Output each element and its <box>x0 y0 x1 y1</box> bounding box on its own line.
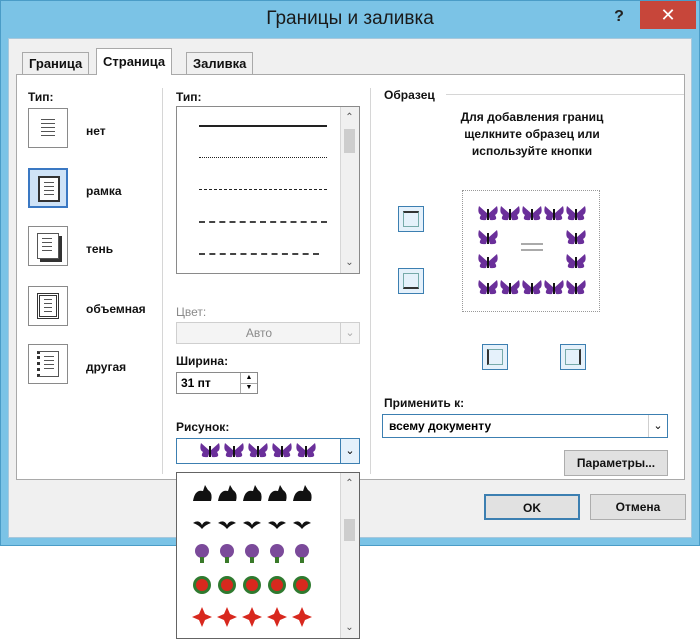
tab-border[interactable]: Граница <box>22 52 90 74</box>
art-select[interactable]: ⌄ <box>176 438 360 464</box>
art-option-black-cat[interactable] <box>191 479 321 507</box>
apply-value: всему документу <box>389 419 492 433</box>
chevron-down-icon[interactable]: ⌄ <box>340 323 359 343</box>
setting-label: Тип: <box>28 90 54 104</box>
scroll-thumb[interactable] <box>344 519 355 541</box>
art-option-red-poinsettia[interactable] <box>191 603 321 631</box>
scroll-down-icon[interactable]: ⌄ <box>341 254 358 271</box>
setting-custom-label[interactable]: другая <box>86 360 126 374</box>
border-bottom-icon <box>403 273 419 289</box>
close-button[interactable]: ✕ <box>640 1 696 29</box>
chevron-down-icon[interactable]: ⌄ <box>340 439 359 463</box>
setting-none-label[interactable]: нет <box>86 124 106 138</box>
tab-shading[interactable]: Заливка <box>186 52 254 74</box>
preview-group-line <box>446 94 684 95</box>
preview-hint-line1: Для добавления границ <box>460 110 604 124</box>
art-list-scrollbar[interactable]: ⌃ ⌄ <box>340 473 359 638</box>
bottom-border-button[interactable] <box>398 268 424 294</box>
right-border-button[interactable] <box>560 344 586 370</box>
black-cat-icon <box>193 485 312 501</box>
butterfly-border-preview <box>478 206 586 295</box>
width-stepper[interactable]: 31 пт ▲ ▼ <box>176 372 258 394</box>
apply-to-select[interactable]: всему документу ⌄ <box>382 414 668 438</box>
line-style-solid[interactable] <box>199 125 327 127</box>
red-poinsettia-icon <box>192 607 312 627</box>
line-style-long-dashed[interactable] <box>199 221 327 223</box>
art-dropdown-list[interactable]: ⌃ ⌄ <box>176 472 360 639</box>
color-label: Цвет: <box>176 305 207 319</box>
line-style-list[interactable]: ⌃ ⌄ <box>176 106 360 274</box>
preview-hint-line3: используйте кнопки <box>471 144 593 158</box>
style-label: Тип: <box>176 90 202 104</box>
setting-custom-icon[interactable] <box>28 344 68 384</box>
column-divider <box>162 88 163 474</box>
scroll-down-icon[interactable]: ⌄ <box>341 619 358 636</box>
apply-label: Применить к: <box>384 396 465 410</box>
window-title: Границы и заливка <box>266 8 434 29</box>
red-flower-icon <box>193 576 311 594</box>
chevron-down-icon[interactable]: ⌄ <box>648 415 667 437</box>
line-style-scrollbar[interactable]: ⌃ ⌄ <box>340 107 359 273</box>
cancel-button[interactable]: Отмена <box>590 494 686 520</box>
border-right-icon <box>565 349 581 365</box>
border-top-icon <box>403 211 419 227</box>
width-label: Ширина: <box>176 354 229 368</box>
art-selected-preview <box>199 442 317 460</box>
art-option-red-flower[interactable] <box>191 571 321 599</box>
color-value: Авто <box>245 326 273 340</box>
options-button[interactable]: Параметры... <box>564 450 668 476</box>
tab-page-border[interactable]: Страница <box>96 48 173 75</box>
art-option-black-bat[interactable] <box>191 509 321 537</box>
butterfly-icon <box>224 443 244 458</box>
color-select[interactable]: Авто ⌄ <box>176 322 360 344</box>
scroll-up-icon[interactable]: ⌃ <box>341 475 358 492</box>
setting-none-icon[interactable] <box>28 108 68 148</box>
black-bat-icon <box>193 521 311 529</box>
art-option-purple-flower[interactable] <box>191 539 321 567</box>
butterfly-icon <box>272 443 292 458</box>
line-style-dashed[interactable] <box>199 189 327 190</box>
preview-page[interactable] <box>462 190 600 312</box>
setting-box-icon[interactable] <box>28 168 68 208</box>
width-value: 31 пт <box>181 376 211 390</box>
line-style-dash-dot[interactable] <box>199 253 319 255</box>
left-border-button[interactable] <box>482 344 508 370</box>
preview-label: Образец <box>384 88 435 102</box>
line-style-dotted[interactable] <box>199 157 327 158</box>
top-border-button[interactable] <box>398 206 424 232</box>
ok-button[interactable]: OK <box>484 494 580 520</box>
butterfly-icon <box>200 443 220 458</box>
help-button[interactable]: ? <box>604 6 634 28</box>
purple-flower-icon <box>195 544 309 563</box>
scroll-up-icon[interactable]: ⌃ <box>341 109 358 126</box>
setting-box-label[interactable]: рамка <box>86 184 122 198</box>
butterfly-icon <box>296 443 316 458</box>
scroll-thumb[interactable] <box>344 129 355 153</box>
border-left-icon <box>487 349 503 365</box>
setting-3d-icon[interactable] <box>28 286 68 326</box>
preview-hint-line2: щелкните образец или <box>464 127 600 141</box>
column-divider <box>370 88 371 474</box>
butterfly-icon <box>248 443 268 458</box>
setting-shadow-label[interactable]: тень <box>86 242 113 256</box>
setting-3d-label[interactable]: объемная <box>86 302 146 316</box>
setting-shadow-icon[interactable] <box>28 226 68 266</box>
art-label: Рисунок: <box>176 420 230 434</box>
spin-down-icon[interactable]: ▼ <box>240 383 257 393</box>
